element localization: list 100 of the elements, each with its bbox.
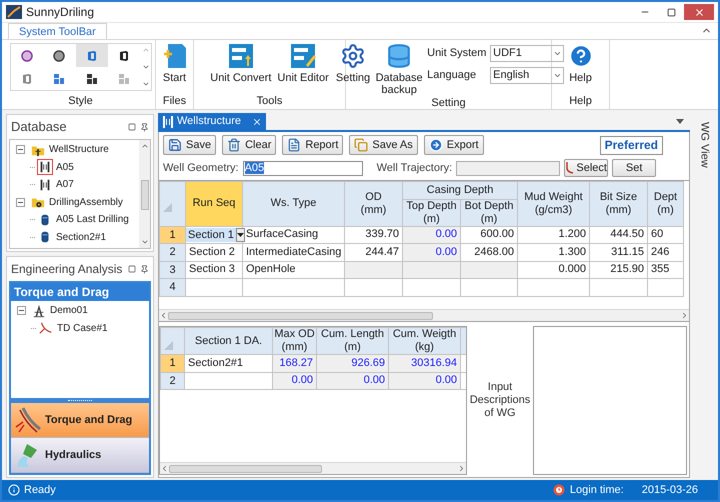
table-cell[interactable] [518, 278, 590, 296]
column-header[interactable]: Mud Weight (g/cm3) [518, 182, 590, 226]
table-cell[interactable] [184, 372, 272, 390]
arrow-up-icon[interactable] [140, 142, 148, 150]
ribbon-tab[interactable]: System ToolBar [8, 23, 107, 39]
table-cell[interactable] [242, 278, 344, 296]
arrow-down-icon[interactable] [140, 238, 148, 246]
collapse-button[interactable] [16, 145, 25, 154]
tree-item[interactable]: A05 Last Drilling [56, 212, 129, 228]
table-cell[interactable]: 244.47 [344, 244, 402, 261]
column-header[interactable]: Ws. Type [242, 182, 344, 226]
column-header[interactable]: Top Depth (m) [402, 199, 460, 226]
table-cell[interactable] [402, 278, 460, 296]
table-cell[interactable]: Section 2 [186, 244, 242, 261]
table-cell[interactable] [186, 278, 242, 296]
column-header[interactable]: Bit Size (mm) [590, 182, 648, 226]
table-cell[interactable] [590, 278, 648, 296]
column-header[interactable]: Run Seq [186, 182, 242, 226]
row-header[interactable]: 2 [160, 372, 184, 390]
arrow-right-icon[interactable] [680, 311, 689, 320]
nav-button[interactable]: Hydraulics [11, 438, 149, 473]
scroll-down-icon[interactable] [142, 63, 150, 71]
vertical-scrollbar[interactable] [139, 140, 150, 248]
table-cell[interactable]: 2468.00 [460, 244, 518, 261]
column-header[interactable]: Cum. Weigth (kg) [388, 328, 460, 354]
toolbar-button[interactable]: Export [424, 135, 484, 155]
dropdown[interactable]: UDF1 [490, 45, 564, 62]
horizontal-scrollbar[interactable] [160, 462, 466, 474]
window-icon[interactable] [128, 265, 136, 273]
tree-item[interactable]: Section2#1 [56, 230, 106, 245]
nav-button[interactable]: Torque and Drag [11, 403, 149, 438]
ribbon-button[interactable]: Help [564, 40, 596, 84]
column-header[interactable]: Dept (m) [648, 182, 684, 226]
collapse-button[interactable] [17, 306, 26, 316]
table-cell[interactable]: 355 [648, 261, 684, 278]
close-icon[interactable] [252, 116, 262, 126]
ribbon-button[interactable]: Database backup [373, 40, 426, 96]
arrow-left-icon[interactable] [159, 311, 168, 320]
row-header[interactable]: 1 [160, 226, 186, 244]
tree-item[interactable]: DrillingAssembly [49, 194, 123, 210]
scroll-thumb[interactable] [168, 312, 433, 320]
collapse-button[interactable] [16, 198, 25, 207]
well-geometry-field[interactable]: A05 [242, 160, 363, 176]
pin-icon[interactable] [140, 264, 149, 274]
dropdown[interactable]: English [490, 67, 564, 84]
table-cell[interactable]: 311.15 [590, 244, 648, 261]
table-cell[interactable]: 1.200 [518, 226, 590, 244]
ribbon-button[interactable]: Unit Editor [274, 40, 332, 84]
table-cell[interactable] [648, 278, 684, 296]
scroll-up-icon[interactable] [142, 46, 150, 54]
toolbar-button[interactable]: Report [282, 135, 344, 155]
table-cell[interactable]: Section 3 [186, 261, 242, 278]
ribbon-button[interactable]: Start [160, 40, 190, 84]
close-button[interactable] [684, 4, 714, 20]
table-cell[interactable]: 215.90 [590, 261, 648, 278]
toolbar-button[interactable]: Save As [349, 135, 418, 155]
tree-item[interactable]: A05 [56, 160, 74, 175]
column-header[interactable]: Cum. Length (m) [316, 328, 388, 354]
tree-item[interactable]: A07 [56, 177, 74, 192]
table-cell[interactable] [460, 278, 518, 296]
scroll-thumb[interactable] [140, 180, 148, 210]
window-icon[interactable] [128, 123, 136, 131]
table-cell[interactable]: Section2#1 [184, 354, 272, 372]
table-cell[interactable]: 246 [648, 244, 684, 261]
tree-item[interactable]: TD Case#1 [57, 320, 108, 336]
column-header[interactable]: Section 1 DA. [184, 328, 272, 354]
table-cell[interactable]: 1.300 [518, 244, 590, 261]
column-header[interactable]: Bot Depth (m) [460, 199, 518, 226]
tree-item[interactable]: Demo01 [50, 303, 88, 318]
table-cell[interactable] [344, 278, 402, 296]
caret-icon[interactable] [676, 119, 684, 124]
row-header[interactable]: 4 [160, 278, 186, 296]
arrow-right-icon[interactable] [457, 464, 466, 473]
column-header[interactable]: Max OD (mm) [272, 328, 316, 354]
row-header[interactable]: 1 [160, 354, 184, 372]
table-cell[interactable]: OpenHole [242, 261, 344, 278]
scroll-thumb[interactable] [169, 464, 322, 472]
tree-item[interactable]: WellStructure [49, 142, 109, 158]
arrow-left-icon[interactable] [160, 464, 169, 473]
ribbon-button[interactable]: Unit Convert [207, 40, 274, 84]
document-tab[interactable]: Wellstructure [158, 113, 266, 130]
table-cell[interactable]: SurfaceCasing [242, 226, 344, 244]
action-button[interactable]: Select [564, 159, 608, 177]
side-tab[interactable]: WG View [696, 122, 712, 168]
toolbar-button[interactable]: Save [163, 135, 216, 155]
horizontal-scrollbar[interactable] [159, 309, 689, 321]
table-cell[interactable]: 0.000 [518, 261, 590, 278]
table-cell[interactable]: 60 [648, 226, 684, 244]
row-header[interactable]: 3 [160, 261, 186, 278]
table-cell[interactable]: IntermediateCasing [242, 244, 344, 261]
more-icon[interactable] [142, 80, 150, 88]
table-cell[interactable]: 339.70 [344, 226, 402, 244]
column-header[interactable]: OD (mm) [344, 182, 402, 226]
table-cell[interactable]: 600.00 [460, 226, 518, 244]
toolbar-button[interactable]: Clear [222, 135, 276, 155]
pin-icon[interactable] [140, 122, 149, 132]
table-cell[interactable]: 444.50 [590, 226, 648, 244]
action-button[interactable]: Set [612, 159, 656, 177]
row-header[interactable]: 2 [160, 244, 186, 261]
table-cell[interactable]: Section 1 [186, 228, 236, 242]
